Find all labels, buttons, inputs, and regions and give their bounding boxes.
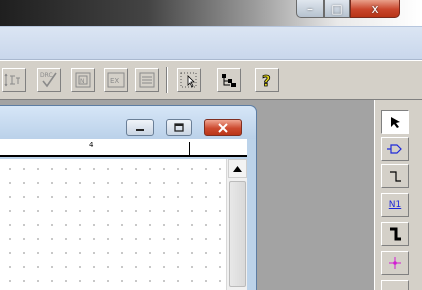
drc-check-button[interactable]: DRC (37, 68, 61, 92)
vertical-scrollbar[interactable] (226, 159, 247, 290)
tool-palette: N1 (374, 100, 422, 290)
wire-tool-button[interactable] (381, 164, 409, 188)
bus-icon (390, 227, 401, 241)
arrow-up-icon (233, 165, 242, 172)
minimize-icon (136, 128, 144, 131)
window-minimize-button[interactable]: – (296, 0, 324, 18)
select-tool-button[interactable] (381, 110, 409, 134)
document-minimize-button[interactable] (126, 119, 154, 136)
scroll-up-button[interactable] (228, 159, 247, 178)
document-title-bar (0, 106, 256, 142)
toolbar-separator (166, 67, 168, 93)
spacing-icon (4, 73, 20, 87)
place-part-button[interactable] (381, 137, 409, 161)
svg-text:N: N (80, 78, 85, 85)
document-close-button[interactable] (204, 119, 242, 136)
maximize-icon (174, 122, 184, 132)
main-toolbar: DRC N EX ? (0, 60, 422, 100)
list-icon (139, 72, 155, 88)
maximize-icon: □ (331, 1, 343, 16)
minimize-icon: – (307, 1, 313, 16)
drc-icon: DRC (40, 72, 57, 88)
window-maximize-button[interactable]: □ (324, 0, 350, 18)
hierarchy-icon (222, 74, 236, 87)
list-tool-button[interactable] (135, 68, 159, 92)
help-button[interactable]: ? (255, 68, 279, 92)
hierarchy-button[interactable] (217, 68, 241, 92)
horizontal-ruler: 4 (0, 139, 247, 157)
schematic-canvas[interactable] (0, 159, 226, 290)
spacing-tool-button[interactable] (2, 68, 26, 92)
junction-icon (389, 257, 401, 269)
close-icon: x (371, 1, 379, 16)
svg-text:EX: EX (110, 77, 119, 85)
ruler-number: 4 (89, 141, 94, 149)
netlist-icon: N (75, 72, 91, 88)
select-area-button[interactable] (177, 68, 201, 92)
svg-text:?: ? (262, 72, 271, 90)
bus-tool-button[interactable] (381, 222, 409, 246)
menu-bar (0, 26, 422, 60)
junction-tool-button[interactable] (381, 251, 409, 275)
export-icon: EX (107, 72, 125, 88)
document-window-border (247, 139, 256, 290)
document-restore-button[interactable] (166, 119, 192, 136)
window-close-button[interactable]: x (350, 0, 400, 18)
svg-text:DRC: DRC (40, 72, 53, 79)
close-icon (218, 122, 228, 133)
palette-tool-button[interactable] (381, 280, 409, 290)
net-label-icon: N1 (388, 200, 402, 210)
scrollbar-thumb[interactable] (229, 181, 246, 287)
wire-icon (390, 171, 401, 182)
ruler-tick (189, 142, 190, 157)
select-area-icon (180, 72, 197, 88)
part-icon (387, 144, 402, 154)
net-name-button[interactable]: N1 (381, 193, 409, 217)
pointer-icon (391, 117, 400, 128)
help-icon: ? (262, 72, 272, 90)
netlist-tool-button[interactable]: N (71, 68, 95, 92)
export-tool-button[interactable]: EX (104, 68, 128, 92)
